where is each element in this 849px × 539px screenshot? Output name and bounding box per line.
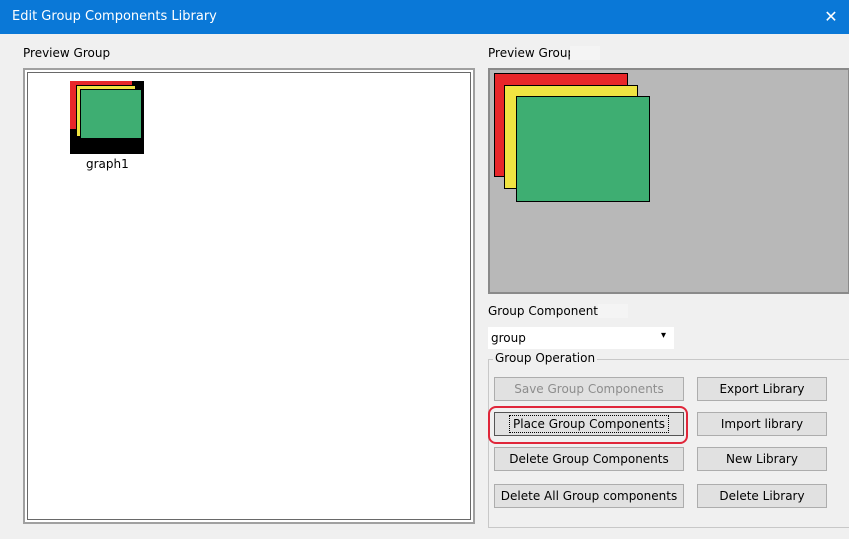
export-button-label: Export Library [719, 382, 805, 396]
delete-all-button-label: Delete All Group components [500, 489, 678, 503]
window-title: Edit Group Components Library [12, 9, 217, 24]
group-list-inner: graph1 [27, 72, 471, 520]
new-library-button[interactable]: New Library [697, 447, 827, 471]
delete-button-label: Delete Group Components [509, 452, 669, 466]
edit-group-library-window: Edit Group Components Library ✕ Preview … [0, 0, 849, 539]
export-library-button[interactable]: Export Library [697, 377, 827, 401]
delete-group-components-button[interactable]: Delete Group Components [494, 447, 684, 471]
preview-green-rect [516, 96, 650, 202]
place-button-label: Place Group Components [509, 415, 669, 433]
group-item-name[interactable]: graph1 [86, 157, 129, 171]
group-components-label: Group Components [488, 304, 605, 318]
save-button-label: Save Group Components [514, 382, 664, 396]
group-components-selected: group [491, 331, 526, 345]
right-preview-label: Preview Group [488, 46, 576, 60]
save-group-components-button[interactable]: Save Group Components [494, 377, 684, 401]
label-highlight-2 [598, 304, 628, 318]
group-components-select[interactable]: group ▾ [488, 327, 674, 349]
chevron-down-icon: ▾ [660, 330, 666, 341]
import-button-label: Import library [720, 417, 804, 431]
group-list-panel[interactable]: graph1 [23, 68, 475, 524]
place-group-components-button[interactable]: Place Group Components [494, 412, 684, 436]
import-library-button[interactable]: Import library [697, 412, 827, 436]
group-thumbnail[interactable] [70, 81, 144, 154]
new-button-label: New Library [726, 452, 798, 466]
group-preview-canvas [488, 68, 849, 294]
left-preview-label: Preview Group [23, 46, 111, 60]
group-operation-legend: Group Operation [493, 351, 598, 365]
label-highlight [570, 46, 600, 60]
title-bar: Edit Group Components Library ✕ [0, 0, 849, 34]
delete-library-button[interactable]: Delete Library [697, 484, 827, 508]
delete-library-button-label: Delete Library [719, 489, 805, 503]
thumb-green-rect [80, 89, 142, 139]
delete-all-group-components-button[interactable]: Delete All Group components [494, 484, 684, 508]
close-icon[interactable]: ✕ [813, 0, 849, 34]
